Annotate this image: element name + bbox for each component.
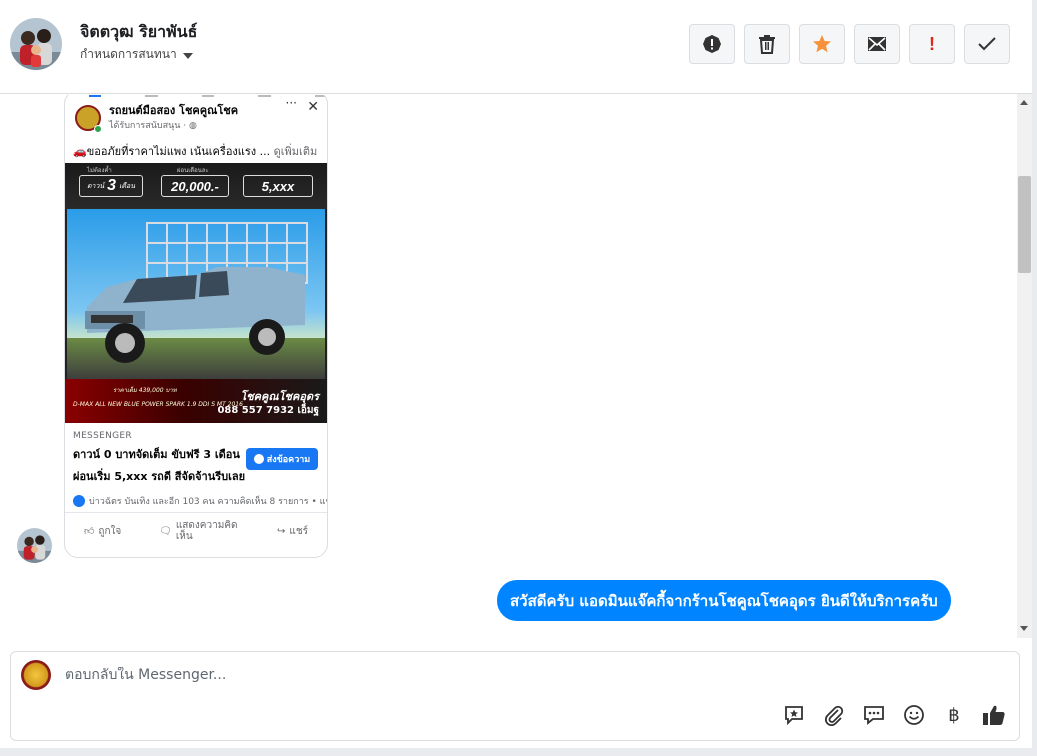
quick-reply-button[interactable] xyxy=(861,702,887,728)
payment-icon: ฿ xyxy=(948,704,960,725)
notification-tab-icon xyxy=(258,95,271,97)
page-bottom-edge xyxy=(0,748,1037,756)
ad-cta: MESSENGER ดาวน์ 0 บาทจัดเต็ม ขับฟรี 3 เด… xyxy=(65,423,327,489)
ad-header: รถยนต์มือสอง โชคคูณโชค ได้รับการสนับสนุน… xyxy=(65,96,327,137)
share-action: ↪ แชร์ xyxy=(277,524,308,539)
page-avatar xyxy=(21,660,51,690)
reply-composer: ฿ xyxy=(10,651,1020,741)
saved-reply-button[interactable] xyxy=(781,702,807,728)
comment-label: แสดงความคิดเห็น xyxy=(175,520,238,542)
quick-reply-icon xyxy=(864,706,884,725)
star-button[interactable] xyxy=(799,24,845,64)
ad-price-box-2: 20,000.- xyxy=(161,175,229,197)
chevron-down-icon xyxy=(182,52,193,59)
like-label: ถูกใจ xyxy=(98,525,122,537)
reaction-summary: บ่าวฉัตร บันเทิง และอีก 103 คน ความคิดเห… xyxy=(89,496,327,507)
conversation-header: จิตตวุฒ ริยาพันธ์ กำหนดการสนทนา ! xyxy=(0,0,1032,94)
ad-dealer-phone: 088 557 7932 เอ็มฐ xyxy=(217,405,319,416)
ad-actions: 👍︎ ถูกใจ 🗨︎ แสดงความคิดเห็น ↪ แชร์ xyxy=(65,513,327,549)
page-edge xyxy=(1032,0,1037,756)
ad-dealer-band: ราคาเต็ม 439,000 บาท D-MAX ALL NEW BLUE … xyxy=(65,379,327,423)
comment-action: 🗨︎ แสดงความคิดเห็น xyxy=(159,520,239,542)
contact-avatar[interactable] xyxy=(10,18,62,70)
ad-top-label-2: ผ่อนเดือนละ xyxy=(177,167,209,174)
conversation-schedule[interactable]: กำหนดการสนทนา xyxy=(80,45,193,64)
video-tab-icon xyxy=(145,95,158,97)
alert-circle-icon xyxy=(703,35,721,53)
reply-input[interactable] xyxy=(65,667,965,683)
mark-important-button[interactable]: ! xyxy=(909,24,955,64)
delete-button[interactable] xyxy=(744,24,790,64)
scrollbar-thumb[interactable] xyxy=(1018,176,1031,273)
ad-reactions: บ่าวฉัตร บันเทิง และอีก 103 คน ความคิดเห… xyxy=(65,489,327,513)
home-tab-icon xyxy=(89,95,102,97)
star-icon xyxy=(813,35,831,53)
send-message-label: ส่งข้อความ xyxy=(266,455,311,465)
globe-icon: ◍ xyxy=(189,121,197,131)
message-thread[interactable]: รถยนต์มือสอง โชคคูณโชค ได้รับการสนับสนุน… xyxy=(0,95,1017,638)
conversation-schedule-label: กำหนดการสนทนา xyxy=(80,47,177,61)
mark-unread-button[interactable] xyxy=(854,24,900,64)
contact-name[interactable]: จิตตวุฒ ริยาพันธ์ xyxy=(80,20,197,45)
ad-full-price: ราคาเต็ม 439,000 บาท xyxy=(113,387,177,394)
send-like-button[interactable] xyxy=(981,702,1007,728)
online-dot xyxy=(94,125,102,133)
pickup-truck-image xyxy=(85,222,308,363)
report-spam-button[interactable] xyxy=(689,24,735,64)
send-message-button[interactable]: ส่งข้อความ xyxy=(246,448,318,470)
sponsored-text: ได้รับการสนับสนุน · xyxy=(109,121,189,131)
see-more-link: ดูเพิ่มเติม xyxy=(270,145,318,158)
ad-price-box-3: 5,xxx xyxy=(243,175,313,197)
emoji-icon xyxy=(904,705,924,725)
comment-icon: 🗨︎ xyxy=(159,525,172,537)
envelope-icon xyxy=(868,37,886,51)
ad-image: ไม่ต้องค้ำ ผ่อนเดือนละ ดาวน์ 3 เดือน 20,… xyxy=(65,163,327,423)
share-label: แชร์ xyxy=(289,525,309,537)
sender-avatar[interactable] xyxy=(17,528,52,563)
attach-button[interactable] xyxy=(821,702,847,728)
ad-page-name: รถยนต์มือสอง โชคคูณโชค xyxy=(109,104,239,117)
cta-source: MESSENGER xyxy=(73,431,132,441)
scroll-down-icon[interactable] xyxy=(1020,626,1028,631)
ad-caption-text: 🚗ขออภัยที่ราคาไม่แพง เน้นเครื่องแรง ... xyxy=(73,145,271,158)
close-icon: ✕ xyxy=(307,99,319,115)
saved-reply-icon xyxy=(785,706,803,726)
box1-value: 3 xyxy=(107,177,117,194)
trash-icon xyxy=(759,35,775,54)
ad-price-box-1: ดาวน์ 3 เดือน xyxy=(79,175,143,197)
attachment-icon xyxy=(824,705,844,726)
box1-prefix: ดาวน์ xyxy=(86,182,105,190)
shared-ad-post[interactable]: รถยนต์มือสอง โชคคูณโชค ได้รับการสนับสนุน… xyxy=(64,95,328,558)
header-actions: ! xyxy=(689,24,1010,64)
like-reaction-icon xyxy=(73,494,85,507)
thumbs-up-icon xyxy=(983,705,1005,725)
ad-top-label-1: ไม่ต้องค้ำ xyxy=(87,167,112,174)
market-tab-icon xyxy=(201,95,215,97)
thumbs-up-outline-icon: 👍︎ xyxy=(83,526,95,537)
ad-caption: 🚗ขออภัยที่ราคาไม่แพง เน้นเครื่องแรง ... … xyxy=(65,137,327,163)
emoji-button[interactable] xyxy=(901,702,927,728)
share-icon: ↪ xyxy=(277,525,286,537)
messenger-icon xyxy=(253,454,264,464)
box1-suffix: เดือน xyxy=(119,182,136,190)
exclamation-icon: ! xyxy=(929,33,935,54)
outgoing-message[interactable]: สวัสดีครับ แอดมินแจ๊คกี้จากร้านโชคูณโชคอ… xyxy=(497,580,951,621)
menu-tab-icon xyxy=(314,95,327,97)
composer-tools: ฿ xyxy=(781,702,1007,728)
more-icon: ··· xyxy=(285,96,297,110)
mark-done-button[interactable] xyxy=(964,24,1010,64)
check-icon xyxy=(978,37,996,51)
like-action: 👍︎ ถูกใจ xyxy=(84,524,121,539)
sponsored-label: ได้รับการสนับสนุน · ◍ xyxy=(109,118,197,132)
payment-button[interactable]: ฿ xyxy=(941,702,967,728)
scroll-up-icon[interactable] xyxy=(1020,100,1028,105)
